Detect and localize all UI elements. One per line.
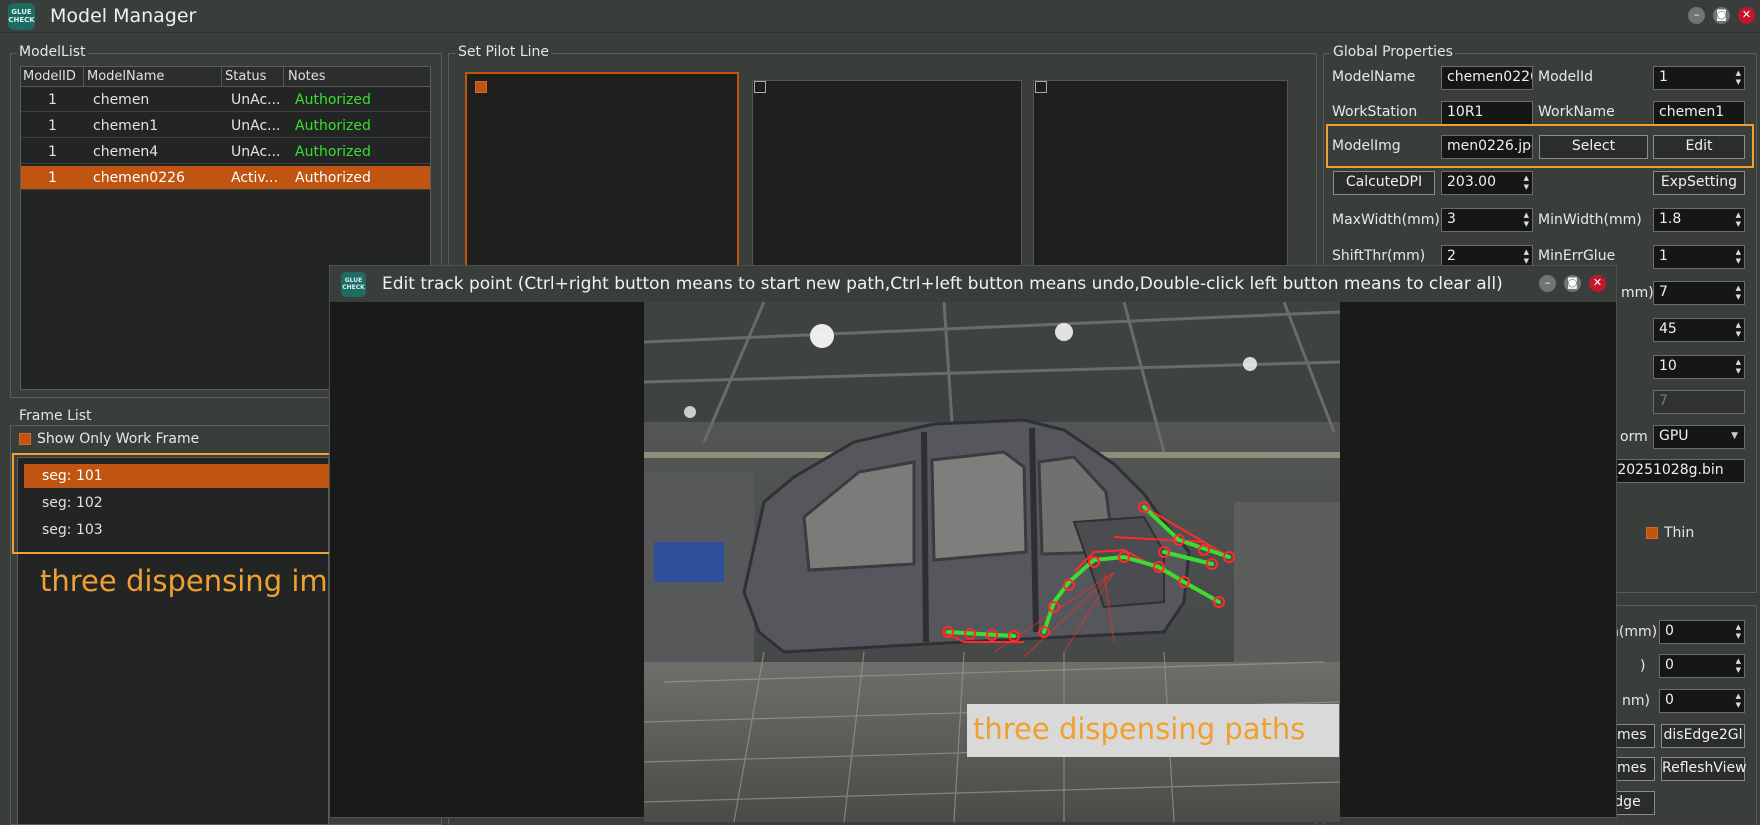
cell-notes: Authorized [295,92,371,108]
model-name-label: ModelName [1332,69,1416,85]
spin-arrows-icon[interactable]: ▲ ▼ [1524,211,1529,229]
dialog-title: Edit track point (Ctrl+right button mean… [382,274,1503,294]
modelimg-highlight [1326,124,1754,168]
spin-arrows-icon[interactable]: ▲ ▼ [1736,248,1741,266]
cell-model-id: 1 [48,170,57,186]
maxwidth-label: MaxWidth(mm) [1332,212,1440,228]
restore-icon[interactable]: ◙ [1713,7,1730,24]
cell-model-name: chemen4 [93,144,159,160]
cell-status: UnAc... [231,92,281,108]
app-title: Model Manager [50,5,197,27]
disedge-button[interactable]: disEdge2Gl [1661,724,1745,748]
spin-arrows-icon[interactable]: ▲ ▼ [1736,623,1741,641]
mm-spinbox-3[interactable]: 0 ▲ ▼ [1659,689,1745,713]
cell-status: UnAc... [231,118,281,134]
cell-model-name: chemen1 [93,118,159,134]
annotation-dispensing-paths: three dispensing paths [967,704,1339,757]
cell-status: Activ... [231,170,278,186]
spinbox-45[interactable]: 45 ▲ ▼ [1653,318,1745,342]
minwidth-label: MinWidth(mm) [1538,212,1642,228]
maxwidth-spinbox[interactable]: 3 ▲ ▼ [1441,208,1533,232]
model-name-field[interactable]: chemen0226 [1441,66,1533,90]
spin-arrows-icon[interactable]: ▲ ▼ [1736,69,1741,87]
workname-label: WorkName [1538,104,1615,120]
cell-model-id: 1 [48,144,57,160]
spin-arrows-icon[interactable]: ▲ ▼ [1524,248,1529,266]
spin-arrows-icon[interactable]: ▲ ▼ [1736,692,1741,710]
spin-arrows-icon[interactable]: ▲ ▼ [1736,284,1741,302]
cell-model-name: chemen [93,92,150,108]
table-row[interactable]: 1 chemen1 UnAc... Authorized [21,114,430,138]
cell-model-id: 1 [48,118,57,134]
disabled-field: 7 [1653,390,1745,414]
table-row[interactable]: 1 chemen4 UnAc... Authorized [21,140,430,164]
cell-status: UnAc... [231,144,281,160]
pilot-panel-2[interactable] [752,80,1022,272]
column-header[interactable]: ModelName [87,69,164,84]
workstation-field[interactable]: 10R1 [1441,101,1533,125]
shiftthr-label: ShiftThr(mm) [1332,248,1426,264]
platform-dropdown[interactable]: GPU ▼ [1653,425,1745,449]
expsetting-button[interactable]: ExpSetting [1653,171,1745,195]
model-id-label: ModelId [1538,69,1594,85]
chevron-down-icon: ▼ [1731,431,1738,441]
partial-mm-label: mm) [1621,285,1654,301]
workname-field[interactable]: chemen1 [1653,101,1745,125]
column-header[interactable]: ModelID [23,69,76,84]
spin-arrows-icon[interactable]: ▲ ▼ [1736,211,1741,229]
model-id-spinbox[interactable]: 1 ▲ ▼ [1653,66,1745,90]
dialog-minimize-icon[interactable]: – [1539,275,1556,292]
dpi-spinbox[interactable]: 203.00 ▲ ▼ [1441,171,1533,195]
cell-notes: Authorized [295,170,371,186]
minerrglue-label: MinErrGlue [1538,248,1616,264]
pilot-checkbox-1[interactable] [475,81,487,93]
title-bar [0,0,1760,33]
platform-label: orm [1620,429,1648,445]
workstation-label: WorkStation [1332,104,1418,120]
spinbox-7[interactable]: 7 ▲ ▼ [1653,281,1745,305]
minwidth-spinbox[interactable]: 1.8 ▲ ▼ [1653,208,1745,232]
spin-arrows-icon[interactable]: ▲ ▼ [1736,358,1741,376]
table-header: ModelID ModelName Status Notes [21,67,430,87]
minimize-icon[interactable]: – [1688,7,1705,24]
spinbox-10[interactable]: 10 ▲ ▼ [1653,355,1745,379]
close-icon[interactable]: ✕ [1738,7,1755,24]
frame-list-highlight [12,453,340,554]
global-properties-title: Global Properties [1331,44,1455,60]
mm-label-2: ) [1640,658,1646,674]
app-logo-icon: GLUE CHECK [8,3,35,30]
pilot-checkbox-3[interactable] [1035,81,1047,93]
column-header[interactable]: Notes [288,69,326,84]
cell-model-name: chemen0226 [93,170,185,186]
mm-label-1: n(mm) [1610,624,1658,640]
mm-label-3: nm) [1622,693,1650,709]
dialog-restore-icon[interactable]: ◙ [1564,275,1581,292]
pilot-panel-3[interactable] [1033,80,1288,272]
spin-arrows-icon[interactable]: ▲ ▼ [1524,174,1529,192]
spin-arrows-icon[interactable]: ▲ ▼ [1736,321,1741,339]
frame-list-title: Frame List [17,408,94,424]
dialog-logo-icon: GLUE CHECK [341,272,366,297]
mm-spinbox-1[interactable]: 0 ▲ ▼ [1659,620,1745,644]
refresh-view-button[interactable]: RefleshView [1661,757,1747,781]
thin-label: Thin [1664,525,1695,541]
minerrglue-spinbox[interactable]: 1 ▲ ▼ [1653,245,1745,269]
pilot-panel-1[interactable] [465,72,739,272]
show-only-work-frame-label: Show Only Work Frame [37,431,200,447]
calcdpi-button[interactable]: CalcuteDPI [1333,171,1435,195]
mm-spinbox-2[interactable]: 0 ▲ ▼ [1659,654,1745,678]
cell-model-id: 1 [48,92,57,108]
dialog-close-icon[interactable]: ✕ [1589,275,1606,292]
table-row-selected[interactable]: 1 chemen0226 Activ... Authorized [21,166,430,190]
thin-checkbox[interactable] [1646,527,1658,539]
spin-arrows-icon[interactable]: ▲ ▼ [1736,657,1741,675]
cell-notes: Authorized [295,118,371,134]
show-only-work-frame-checkbox[interactable] [19,433,31,445]
column-header[interactable]: Status [225,69,266,84]
pilot-checkbox-2[interactable] [754,81,766,93]
table-row[interactable]: 1 chemen UnAc... Authorized [21,88,430,112]
model-list-title: ModelList [17,44,88,60]
cell-notes: Authorized [295,144,371,160]
pilot-line-title: Set Pilot Line [456,44,552,60]
